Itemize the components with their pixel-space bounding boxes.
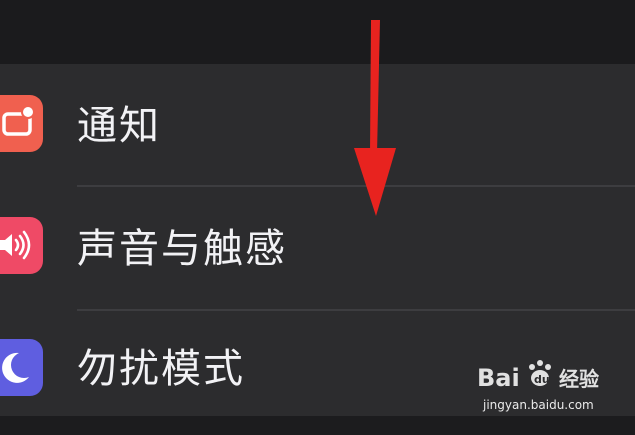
watermark-url: jingyan.baidu.com bbox=[483, 398, 594, 412]
settings-item-label: 勿扰模式 bbox=[77, 346, 245, 392]
settings-item-label: 通知 bbox=[77, 103, 161, 149]
svg-text:du: du bbox=[534, 373, 550, 386]
settings-item-label: 声音与触感 bbox=[77, 226, 287, 272]
speaker-icon bbox=[0, 217, 43, 274]
settings-item-sounds[interactable]: 声音与触感 bbox=[0, 187, 635, 311]
settings-item-notifications[interactable]: 通知 bbox=[0, 64, 635, 188]
svg-text:经验: 经验 bbox=[559, 367, 599, 391]
baidu-watermark: Bai du 经验 jingyan.baidu.com bbox=[475, 354, 625, 412]
moon-icon bbox=[0, 339, 43, 396]
red-arrow-annotation bbox=[340, 14, 410, 224]
svg-text:Bai: Bai bbox=[477, 364, 520, 392]
notification-icon bbox=[0, 95, 43, 152]
top-bar bbox=[0, 0, 635, 64]
